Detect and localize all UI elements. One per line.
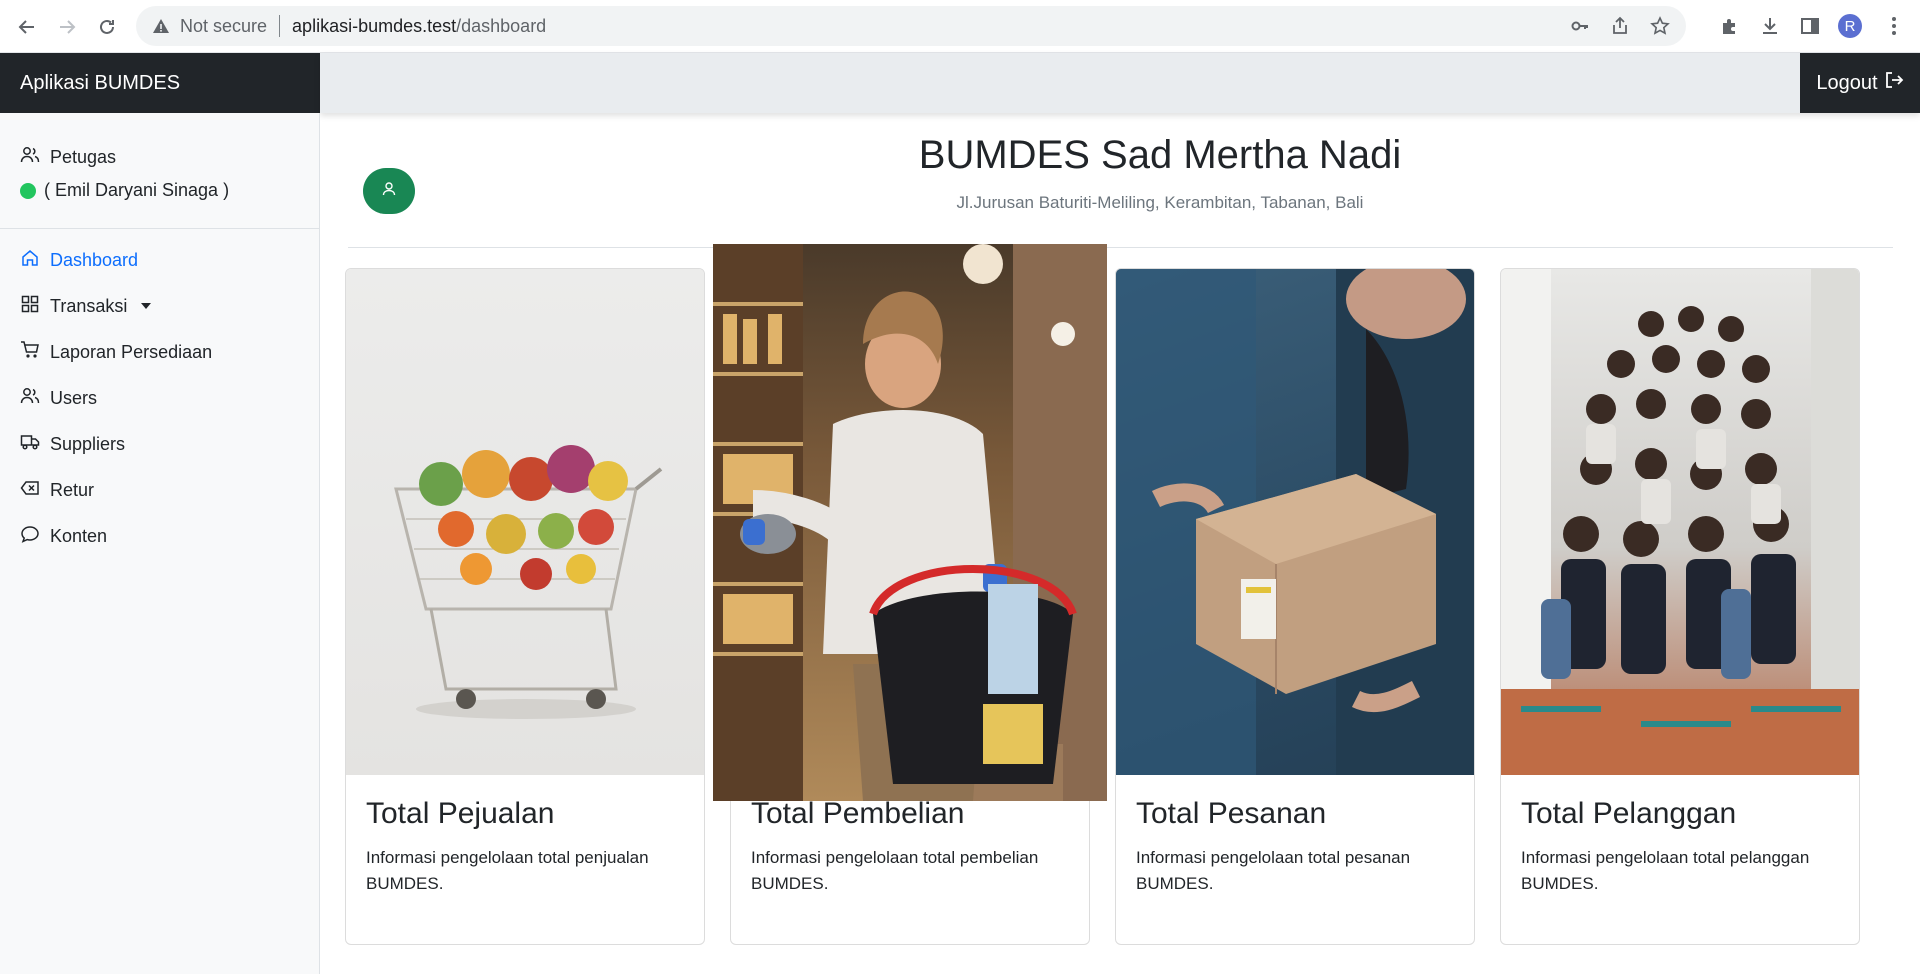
side-panel-icon[interactable] [1798,14,1822,38]
forward-icon[interactable] [52,12,82,42]
card-text: Informasi pengelolaan total pembelian BU… [751,848,1039,893]
truck-icon [20,432,40,457]
users-icon [20,386,40,411]
key-icon[interactable] [1568,14,1592,38]
sidebar-item-transaksi[interactable]: Transaksi [0,283,319,329]
sidebar-item-suppliers[interactable]: Suppliers [0,421,319,467]
sidebar-item-retur[interactable]: Retur [0,467,319,513]
shopper-with-basket-image [713,244,1107,801]
url-path: /dashboard [456,15,547,36]
card-title: Total Pesanan [1136,797,1327,830]
card-text: Informasi pengelolaan total pelanggan BU… [1521,848,1810,893]
card-title: Total Pelanggan [1521,797,1737,830]
user-info: Petugas ( Emil Daryani Sinaga ) [0,113,319,229]
sidebar-item-label: Konten [50,525,108,546]
chat-icon [20,524,40,549]
card-total-pesanan[interactable]: Total Pesanan Informasi pengelolaan tota… [1115,268,1475,945]
cart-icon [20,340,40,365]
card-text: Informasi pengelolaan total penjualan BU… [366,848,649,893]
logout-button[interactable]: Logout [1800,53,1920,113]
user-role: Petugas [50,147,117,167]
user-name: ( Emil Daryani Sinaga ) [44,180,230,200]
star-icon[interactable] [1648,14,1672,38]
sidebar-item-users[interactable]: Users [0,375,319,421]
caret-down-icon [141,303,152,309]
divider [279,15,281,37]
sidebar-item-label: Laporan Persediaan [50,341,213,362]
sidebar-item-label: Transaksi [50,295,128,316]
grid-icon [20,294,40,319]
card-title: Total Pejualan [366,797,555,830]
page-title: BUMDES Sad Mertha Nadi [918,133,1402,177]
address-bar[interactable]: Not secure aplikasi-bumdes.test /dashboa… [136,6,1686,46]
sidebar-item-dashboard[interactable]: Dashboard [0,237,319,283]
back-icon[interactable] [12,12,42,42]
logout-icon [1884,70,1904,96]
sidebar-item-label: Retur [50,479,95,500]
card-total-penjualan[interactable]: Total Pejualan Informasi pengelolaan tot… [345,268,705,945]
package-delivery-image [1116,269,1474,775]
sidebar-item-konten[interactable]: Konten [0,513,319,559]
not-secure-label[interactable]: Not secure [180,16,267,37]
divider [348,247,1893,248]
extensions-icon[interactable] [1718,14,1742,38]
logout-label: Logout [1816,71,1878,94]
online-status-dot [20,182,36,199]
app-brand[interactable]: Aplikasi BUMDES [0,53,320,113]
warning-icon [150,15,172,37]
backspace-icon [20,478,40,503]
url-host: aplikasi-bumdes.test [292,15,457,36]
sidebar-item-laporan-persediaan[interactable]: Laporan Persediaan [0,329,319,375]
reload-icon[interactable] [92,12,122,42]
home-icon [20,248,40,273]
page-subtitle: Jl.Jurusan Baturiti-Meliling, Kerambitan… [956,193,1364,212]
card-total-pelanggan[interactable]: Total Pelanggan Informasi pengelolaan to… [1500,268,1860,945]
users-icon [20,145,40,170]
sidebar-item-label: Users [50,387,98,408]
sidebar-item-label: Dashboard [50,249,139,270]
browser-toolbar: Not secure aplikasi-bumdes.test /dashboa… [0,0,1920,53]
group-of-women-image [1501,269,1859,775]
sidebar-item-label: Suppliers [50,433,126,454]
download-icon[interactable] [1758,14,1782,38]
more-menu-icon[interactable] [1884,14,1904,43]
card-text: Informasi pengelolaan total pesanan BUMD… [1136,848,1411,893]
sidebar: Petugas ( Emil Daryani Sinaga ) Dashboar… [0,113,320,974]
share-icon[interactable] [1608,14,1632,38]
shopping-cart-image [346,269,704,775]
card-title: Total Pembelian [751,797,965,830]
top-navbar: Logout [320,53,1920,113]
profile-avatar[interactable]: R [1838,14,1862,38]
sidebar-nav: Dashboard Transaksi Laporan Persediaan U… [0,229,319,559]
main-content: BUMDES Sad Mertha Nadi Jl.Jurusan Baturi… [320,113,1920,974]
